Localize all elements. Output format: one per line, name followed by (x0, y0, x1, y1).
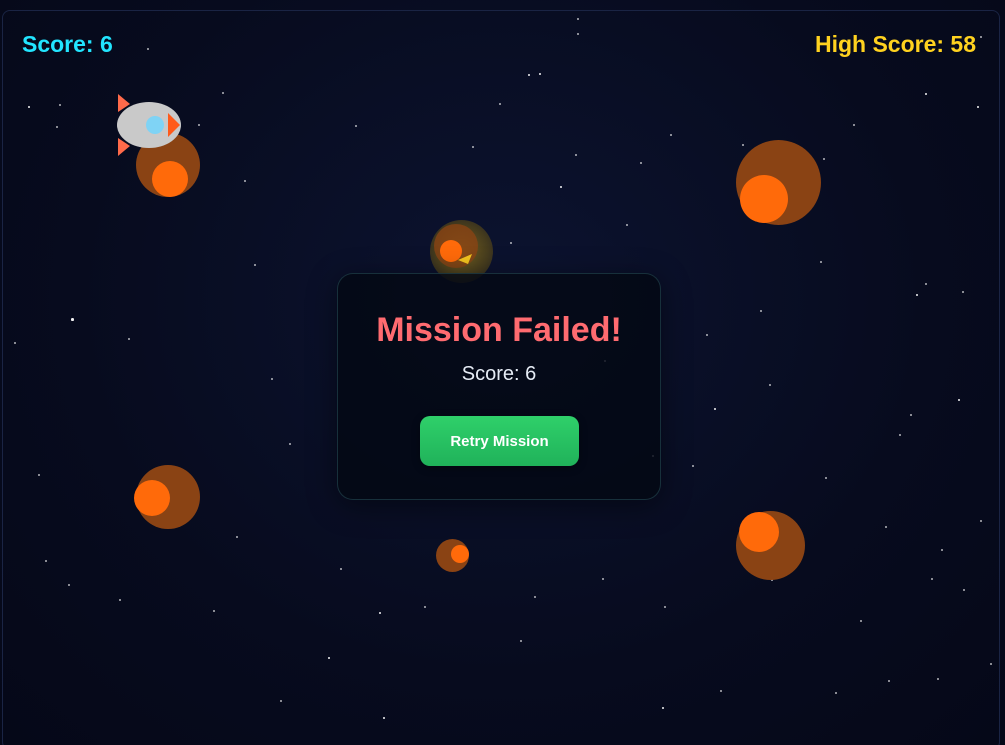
game-canvas[interactable]: Score: 6 High Score: 58 Mission Failed! … (0, 0, 1005, 745)
asteroid (736, 511, 805, 580)
star (539, 73, 542, 76)
star (977, 106, 980, 109)
asteroid-core (739, 512, 779, 552)
high-score-display: High Score: 58 (814, 31, 976, 57)
star (119, 599, 121, 601)
star (71, 318, 74, 321)
star (925, 93, 928, 96)
star (254, 264, 256, 266)
star (510, 242, 512, 244)
star (925, 283, 927, 285)
star (825, 477, 827, 479)
star (59, 104, 61, 106)
star (577, 18, 579, 20)
star (937, 678, 939, 680)
game-over-dialog: Mission Failed! Score: 6 Retry Mission (337, 273, 661, 500)
star (720, 690, 722, 692)
star (980, 520, 982, 522)
star (534, 596, 536, 598)
star (888, 680, 890, 682)
star (990, 663, 992, 665)
rocket-ship (117, 94, 181, 156)
star (147, 48, 149, 50)
star (499, 103, 501, 105)
star (575, 154, 577, 156)
star (38, 474, 40, 476)
score-display: Score: 6 (22, 31, 113, 57)
star (640, 162, 642, 164)
star (355, 125, 357, 127)
star (244, 180, 246, 182)
star (45, 560, 47, 562)
star (820, 261, 822, 263)
asteroid (736, 140, 821, 225)
star (941, 549, 943, 551)
star (626, 224, 628, 226)
star (602, 578, 604, 580)
asteroid (134, 465, 200, 529)
star (769, 384, 771, 386)
star (714, 408, 717, 411)
star (56, 126, 58, 128)
star (760, 310, 762, 312)
star (280, 700, 282, 702)
star (222, 92, 224, 94)
star (885, 526, 887, 528)
star (853, 124, 855, 126)
game-over-title: Mission Failed! (376, 311, 622, 349)
star (860, 620, 862, 622)
star (289, 443, 291, 445)
star (128, 338, 130, 340)
final-score: Score: 6 (461, 363, 537, 385)
star (560, 186, 563, 189)
star (14, 342, 16, 344)
star (664, 606, 666, 608)
star (340, 568, 342, 570)
star (823, 158, 825, 160)
star (692, 465, 694, 467)
star (472, 146, 474, 148)
star (271, 378, 273, 380)
star (916, 294, 919, 297)
star (980, 36, 982, 38)
star (670, 134, 672, 136)
star (424, 606, 426, 608)
asteroid-core (740, 175, 788, 223)
star (379, 612, 382, 615)
star (706, 334, 708, 336)
star (383, 717, 386, 720)
star (835, 692, 837, 694)
star (28, 106, 31, 109)
star (662, 707, 665, 710)
star (520, 640, 522, 642)
star (910, 414, 912, 416)
star (328, 657, 331, 660)
star (198, 124, 200, 126)
star (958, 399, 961, 402)
star (577, 33, 579, 35)
star (213, 610, 215, 612)
asteroid (436, 539, 469, 572)
star (528, 74, 531, 77)
asteroid-core (152, 161, 188, 197)
star (236, 536, 238, 538)
star (899, 434, 901, 436)
star (931, 578, 933, 580)
asteroid-core (134, 480, 170, 516)
star (68, 584, 70, 586)
retry-button[interactable]: Retry Mission (420, 416, 579, 466)
star (742, 144, 744, 146)
asteroid-core (451, 545, 469, 563)
star (963, 589, 965, 591)
star (962, 291, 964, 293)
